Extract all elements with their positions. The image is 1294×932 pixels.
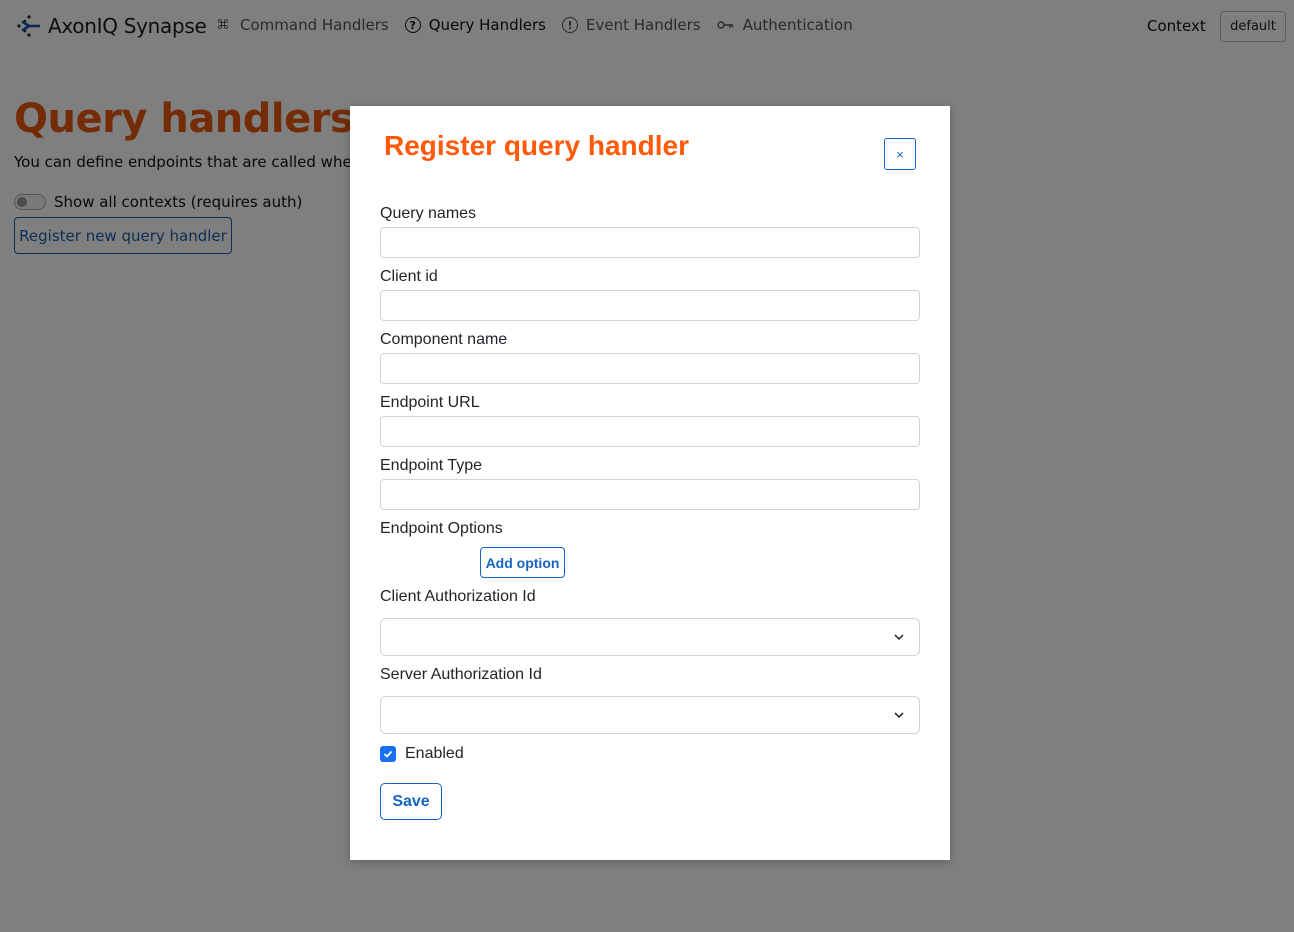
- endpoint-type-label: Endpoint Type: [380, 457, 483, 474]
- enabled-checkbox[interactable]: [380, 746, 396, 762]
- close-icon: ×: [896, 146, 904, 162]
- client-id-label: Client id: [380, 268, 438, 285]
- client-authorization-id-label: Client Authorization Id: [380, 588, 536, 605]
- endpoint-url-input[interactable]: [380, 416, 920, 447]
- modal-title: Register query handler: [384, 130, 689, 161]
- chevron-down-icon: [894, 634, 904, 641]
- server-authorization-id-label: Server Authorization Id: [380, 666, 542, 683]
- query-names-label: Query names: [380, 205, 477, 222]
- chevron-down-icon: [894, 712, 904, 719]
- endpoint-url-label: Endpoint URL: [380, 394, 480, 411]
- close-button[interactable]: ×: [884, 138, 916, 170]
- component-name-input[interactable]: [380, 353, 920, 384]
- register-query-handler-modal: Register query handler × Query names Cli…: [350, 106, 950, 860]
- server-authorization-id-select[interactable]: [380, 696, 920, 734]
- enabled-row: Enabled: [380, 745, 464, 763]
- client-authorization-id-select[interactable]: [380, 618, 920, 656]
- enabled-label: Enabled: [405, 745, 464, 762]
- add-option-button[interactable]: Add option: [480, 547, 565, 578]
- checkmark-icon: [383, 750, 393, 758]
- save-button[interactable]: Save: [380, 783, 442, 820]
- component-name-label: Component name: [380, 331, 508, 348]
- endpoint-type-input[interactable]: [380, 479, 920, 510]
- endpoint-options-label: Endpoint Options: [380, 520, 503, 537]
- query-names-input[interactable]: [380, 227, 920, 258]
- client-id-input[interactable]: [380, 290, 920, 321]
